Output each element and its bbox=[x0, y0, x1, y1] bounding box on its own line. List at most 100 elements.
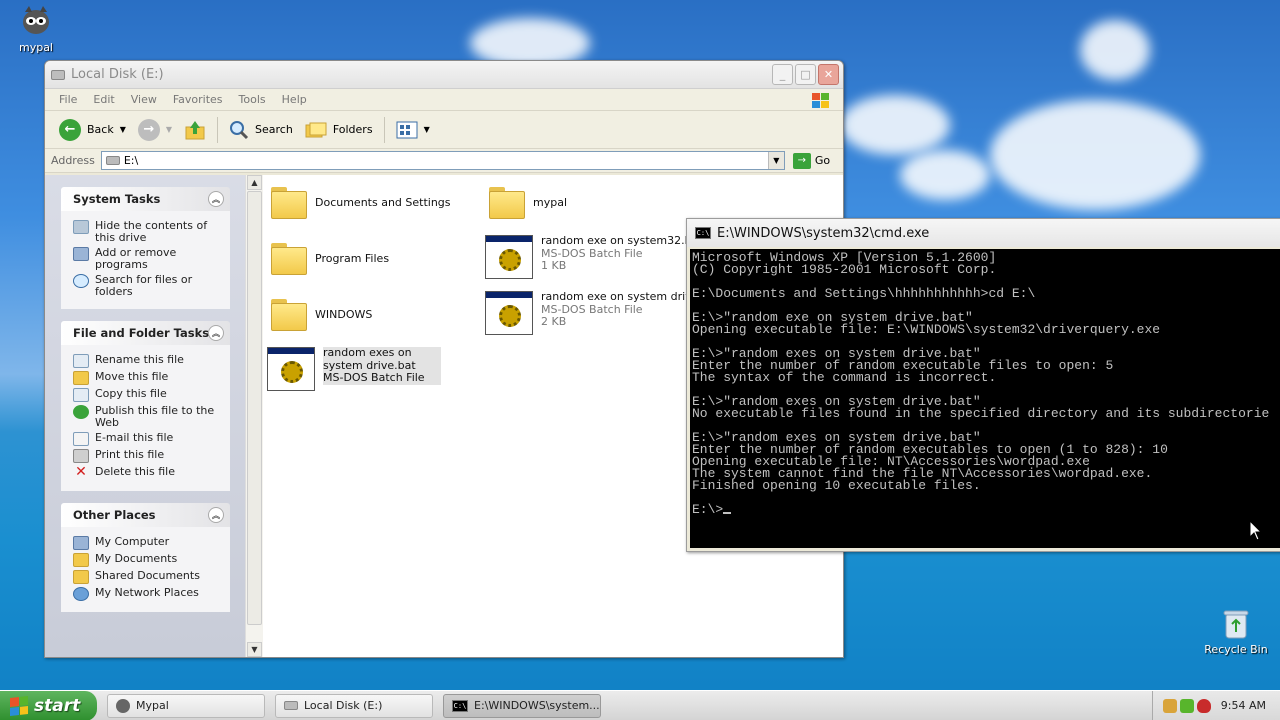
tray-update-icon[interactable] bbox=[1180, 698, 1194, 713]
task-email-file[interactable]: E-mail this file bbox=[73, 432, 222, 446]
back-arrow-icon: ← bbox=[59, 118, 81, 141]
menu-favorites[interactable]: Favorites bbox=[165, 93, 231, 106]
search-label: Search bbox=[255, 123, 293, 136]
menu-view[interactable]: View bbox=[123, 93, 165, 106]
file-random-exes-system-drive[interactable]: random exes on system drive.bat MS-DOS B… bbox=[267, 346, 441, 391]
raccoon-icon bbox=[116, 698, 130, 713]
cloud bbox=[900, 150, 990, 200]
file-name: WINDOWS bbox=[315, 308, 373, 321]
address-input[interactable]: E:\ ▼ bbox=[100, 151, 785, 170]
network-icon bbox=[73, 587, 89, 601]
task-hide-contents[interactable]: Hide the contents of this drive bbox=[73, 220, 222, 244]
cmd-icon: C:\ bbox=[695, 227, 711, 239]
cloud bbox=[1080, 20, 1150, 80]
cmd-titlebar[interactable]: C:\ E:\WINDOWS\system32\cmd.exe bbox=[687, 219, 1280, 247]
file-name: Documents and Settings bbox=[315, 196, 451, 209]
file-random-exe-system-drive[interactable]: random exe on system drive.bat MS-DOS Ba… bbox=[485, 290, 720, 335]
task-search-files[interactable]: Search for files or folders bbox=[73, 274, 222, 298]
minimize-button[interactable]: _ bbox=[772, 64, 793, 85]
folder-up-icon bbox=[185, 120, 205, 139]
toolbar: ← Back ▼ → ▼ Search Folders ▼ bbox=[45, 111, 843, 149]
explorer-titlebar[interactable]: Local Disk (E:) _ □ ✕ bbox=[45, 61, 843, 89]
task-rename-file[interactable]: Rename this file bbox=[73, 354, 222, 368]
clock[interactable]: 9:54 AM bbox=[1221, 699, 1266, 712]
start-button[interactable]: start bbox=[0, 690, 97, 720]
drive-icon bbox=[51, 69, 65, 80]
desktop-icon-recycle-bin[interactable]: Recycle Bin bbox=[1200, 608, 1272, 656]
folder-mypal[interactable]: mypal bbox=[487, 183, 567, 219]
console-line: (C) Copyright 1985-2001 Microsoft Corp. bbox=[692, 262, 997, 277]
mouse-pointer-icon bbox=[1249, 520, 1263, 541]
desktop-icon-mypal[interactable]: mypal bbox=[0, 4, 72, 54]
desktop-icon-label: Recycle Bin bbox=[1204, 643, 1268, 656]
address-dropdown-button[interactable]: ▼ bbox=[767, 152, 784, 169]
collapse-icon[interactable]: ︽ bbox=[208, 325, 224, 341]
folder-icon bbox=[269, 239, 307, 275]
toolbar-separator bbox=[217, 116, 219, 143]
scroll-up-button[interactable]: ▲ bbox=[247, 175, 262, 190]
taskbar-button-local-disk[interactable]: Local Disk (E:) bbox=[275, 693, 433, 718]
menu-edit[interactable]: Edit bbox=[85, 93, 122, 106]
scroll-down-button[interactable]: ▼ bbox=[247, 642, 262, 657]
file-size: 1 KB bbox=[541, 259, 567, 272]
file-name: random exes on system drive.bat bbox=[323, 346, 416, 372]
task-label: Delete this file bbox=[95, 465, 175, 478]
collapse-icon[interactable]: ︽ bbox=[208, 507, 224, 523]
folders-button[interactable]: Folders bbox=[301, 119, 377, 141]
place-shared-documents[interactable]: Shared Documents bbox=[73, 570, 222, 584]
place-my-computer[interactable]: My Computer bbox=[73, 536, 222, 550]
close-button[interactable]: ✕ bbox=[818, 64, 839, 85]
cloud bbox=[990, 100, 1200, 210]
task-publish-web[interactable]: Publish this file to the Web bbox=[73, 405, 222, 429]
taskbar-button-mypal[interactable]: Mypal bbox=[107, 693, 265, 718]
task-print-file[interactable]: Print this file bbox=[73, 449, 222, 463]
raccoon-icon bbox=[23, 6, 49, 34]
other-places-panel: Other Places ︽ My Computer My Documents … bbox=[61, 503, 230, 612]
recycle-bin-icon bbox=[1223, 610, 1249, 639]
cmd-window: C:\ E:\WINDOWS\system32\cmd.exe Microsof… bbox=[686, 218, 1280, 552]
security-shield-icon[interactable] bbox=[1197, 698, 1211, 713]
console-line: Opening executable file: E:\WINDOWS\syst… bbox=[692, 322, 1161, 337]
menu-file[interactable]: File bbox=[51, 93, 85, 106]
cmd-icon: C:\ bbox=[452, 699, 468, 712]
back-button[interactable]: ← Back ▼ bbox=[55, 117, 130, 143]
other-places-header[interactable]: Other Places ︽ bbox=[61, 503, 230, 527]
forward-button[interactable]: → ▼ bbox=[134, 117, 176, 143]
drive-icon bbox=[105, 156, 120, 165]
go-button[interactable]: → Go bbox=[792, 152, 830, 169]
task-move-file[interactable]: Move this file bbox=[73, 371, 222, 385]
task-pane-scrollbar[interactable]: ▲ ▼ bbox=[245, 175, 263, 657]
computer-icon bbox=[73, 536, 89, 550]
file-random-exe-system32[interactable]: random exe on system32.bat MS-DOS Batch … bbox=[485, 234, 703, 279]
file-name: random exe on system32.bat bbox=[541, 234, 703, 247]
back-label: Back bbox=[87, 123, 114, 136]
cmd-console[interactable]: Microsoft Windows XP [Version 5.1.2600](… bbox=[690, 249, 1280, 548]
taskbar-button-cmd[interactable]: C:\ E:\WINDOWS\system... bbox=[443, 693, 601, 718]
system-tasks-header[interactable]: System Tasks ︽ bbox=[61, 187, 230, 211]
task-label: Add or remove programs bbox=[95, 246, 177, 271]
file-folder-tasks-header[interactable]: File and Folder Tasks ︽ bbox=[61, 321, 230, 345]
folder-windows[interactable]: WINDOWS bbox=[269, 295, 372, 331]
place-my-documents[interactable]: My Documents bbox=[73, 553, 222, 567]
tray-tools-icon[interactable] bbox=[1163, 698, 1177, 713]
up-button[interactable] bbox=[180, 117, 210, 143]
search-button[interactable]: Search bbox=[225, 118, 297, 142]
rename-icon bbox=[73, 354, 89, 368]
folders-icon bbox=[305, 122, 327, 137]
folder-documents-and-settings[interactable]: Documents and Settings bbox=[269, 183, 451, 219]
task-delete-file[interactable]: ✕ Delete this file bbox=[73, 465, 222, 480]
maximize-button[interactable]: □ bbox=[795, 64, 816, 85]
views-button[interactable]: ▼ bbox=[392, 119, 434, 141]
start-label: start bbox=[34, 695, 81, 716]
go-arrow-icon: → bbox=[792, 152, 811, 169]
task-add-remove-programs[interactable]: Add or remove programs bbox=[73, 247, 222, 271]
collapse-icon[interactable]: ︽ bbox=[208, 191, 224, 207]
task-copy-file[interactable]: Copy this file bbox=[73, 388, 222, 402]
file-folder-tasks-panel: File and Folder Tasks ︽ Rename this file… bbox=[61, 321, 230, 491]
scroll-thumb[interactable] bbox=[247, 191, 262, 625]
place-my-network-places[interactable]: My Network Places bbox=[73, 587, 222, 601]
desktop-icon-label: mypal bbox=[18, 41, 53, 54]
menu-tools[interactable]: Tools bbox=[231, 93, 274, 106]
menu-help[interactable]: Help bbox=[274, 93, 315, 106]
folder-program-files[interactable]: Program Files bbox=[269, 239, 389, 275]
